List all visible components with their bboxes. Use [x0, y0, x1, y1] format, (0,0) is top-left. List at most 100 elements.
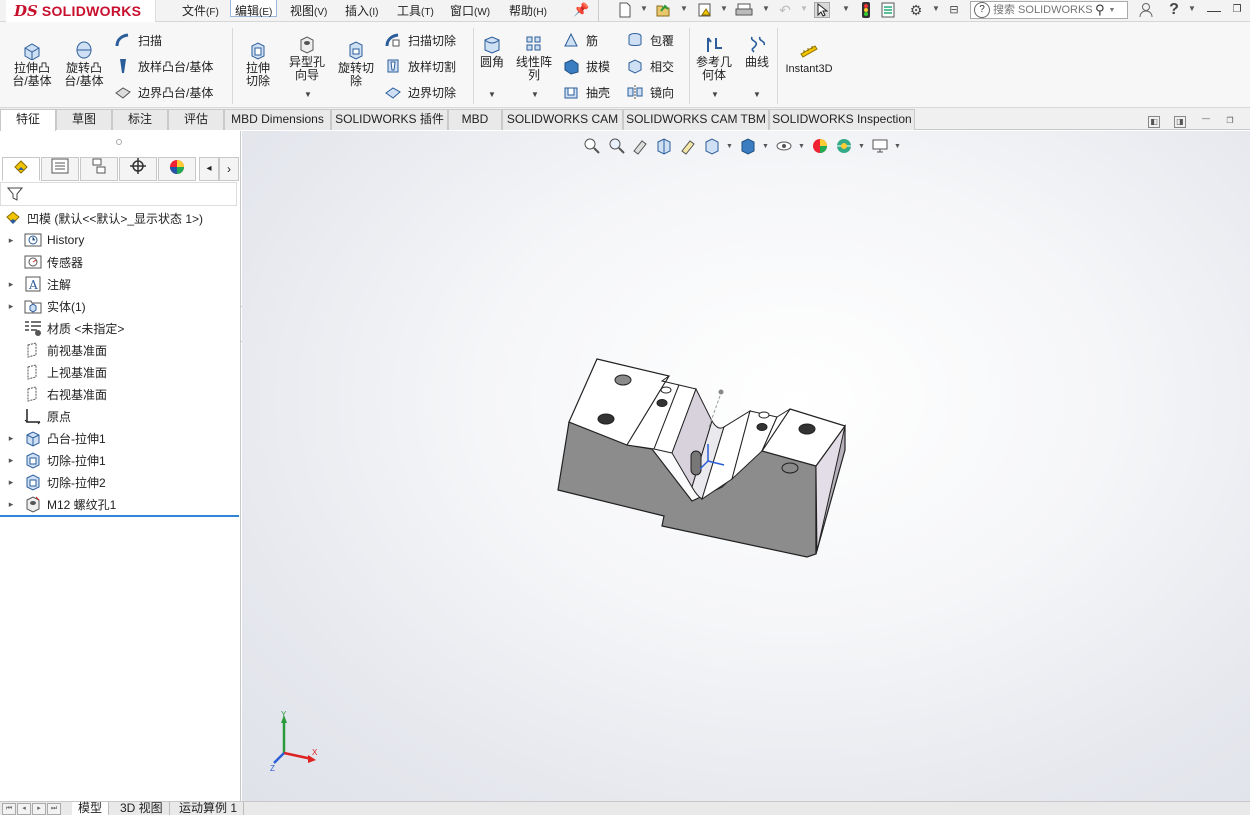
tree-item-solid-bodies[interactable]: ▸ 实体(1): [0, 295, 240, 317]
draft-button[interactable]: 拔模: [562, 56, 610, 76]
chevron-down-icon[interactable]: ▼: [711, 90, 719, 99]
help-icon[interactable]: ?: [1166, 2, 1182, 18]
chevron-down-icon[interactable]: ▼: [488, 90, 496, 99]
chevron-down-icon[interactable]: ▼: [753, 90, 761, 99]
tree-root[interactable]: 凹模 (默认<<默认>_显示状态 1>): [0, 207, 240, 229]
expand-arrow-icon[interactable]: ▸: [6, 477, 16, 488]
graphics-area[interactable]: ▼ ▼ ▼ ▼ ▼ Y X Z: [242, 131, 1250, 801]
menu-insert[interactable]: 插入(I): [341, 0, 382, 18]
tree-item-history[interactable]: ▸ History: [0, 229, 240, 251]
prev-tab-icon[interactable]: ◂: [17, 803, 31, 815]
chevron-down-icon[interactable]: ▼: [680, 5, 688, 13]
minimize-doc-icon[interactable]: —: [1200, 114, 1212, 126]
tab-features[interactable]: 特征: [0, 109, 56, 131]
undo-icon[interactable]: ↶: [777, 2, 793, 18]
file-properties-icon[interactable]: [880, 2, 896, 18]
tab-display-manager[interactable]: [158, 157, 196, 181]
extrude-cut-button[interactable]: 拉伸切除: [236, 40, 280, 88]
tree-filter-row[interactable]: [0, 182, 237, 206]
boundary-boss-button[interactable]: 边界凸台/基体: [114, 82, 213, 102]
expand-arrow-icon[interactable]: ▸: [6, 433, 16, 444]
extrude-boss-button[interactable]: 拉伸凸台/基体: [8, 40, 56, 88]
chevron-down-icon[interactable]: ▼: [762, 5, 770, 13]
menu-view[interactable]: 视图(V): [286, 0, 331, 18]
sweep-button[interactable]: 扫描: [114, 30, 162, 50]
scroll-left-icon[interactable]: ◂: [199, 157, 219, 181]
tab-solidworks-addins[interactable]: SOLIDWORKS 插件: [331, 109, 448, 130]
chevron-down-icon[interactable]: ▼: [842, 5, 850, 13]
tab-3d-views[interactable]: 3D 视图: [114, 802, 170, 815]
chevron-down-icon[interactable]: ▼: [932, 5, 940, 13]
last-tab-icon[interactable]: ⏭: [47, 803, 61, 815]
linear-pattern-button[interactable]: 线性阵列: [512, 34, 556, 82]
tab-evaluate[interactable]: 评估: [168, 109, 224, 130]
revolve-cut-button[interactable]: 旋转切除: [334, 40, 378, 88]
mirror-button[interactable]: 镜向: [626, 82, 674, 102]
part-model-3d[interactable]: [242, 131, 1250, 801]
search-box[interactable]: ? ⚲ ▼: [970, 1, 1128, 19]
tab-sketch[interactable]: 草图: [56, 109, 112, 130]
expand-arrow-icon[interactable]: ▸: [6, 301, 16, 312]
select-pointer-icon[interactable]: [814, 2, 830, 18]
fillet-button[interactable]: 圆角: [476, 34, 508, 69]
help-search-icon[interactable]: ?: [974, 2, 990, 18]
expand-arrow-icon[interactable]: ▸: [6, 235, 16, 246]
chevron-down-icon[interactable]: ▼: [1188, 5, 1196, 13]
chevron-down-icon[interactable]: ▼: [800, 5, 808, 13]
rollback-bar[interactable]: [0, 515, 239, 517]
rib-button[interactable]: 筋: [562, 30, 598, 50]
wrap-button[interactable]: 包覆: [626, 30, 674, 50]
chevron-down-icon[interactable]: ▼: [1109, 7, 1116, 14]
curves-button[interactable]: 曲线: [740, 34, 774, 69]
new-document-icon[interactable]: [617, 2, 633, 18]
intersect-button[interactable]: 相交: [626, 56, 674, 76]
loft-boss-button[interactable]: 放样凸台/基体: [114, 56, 213, 76]
tile-right-icon[interactable]: ◨: [1174, 116, 1186, 128]
tree-item-material[interactable]: 材质 <未指定>: [0, 317, 240, 339]
tree-item-top-plane[interactable]: 上视基准面: [0, 361, 240, 383]
tree-item-origin[interactable]: 原点: [0, 405, 240, 427]
tab-configuration-manager[interactable]: [80, 157, 118, 181]
save-icon[interactable]: [697, 2, 713, 18]
sweep-cut-button[interactable]: 扫描切除: [384, 30, 456, 50]
chevron-down-icon[interactable]: ▼: [304, 90, 312, 99]
boundary-cut-button[interactable]: 边界切除: [384, 82, 456, 102]
shell-button[interactable]: 抽壳: [562, 82, 610, 102]
tab-motion-study-1[interactable]: 运动算例 1: [173, 802, 245, 815]
expand-arrow-icon[interactable]: ▸: [6, 279, 16, 290]
tree-item-boss-extrude1[interactable]: ▸ 凸台-拉伸1: [0, 427, 240, 449]
expand-arrow-icon[interactable]: ▸: [6, 455, 16, 466]
filter-icon[interactable]: [7, 186, 23, 202]
tab-mbd-dimensions[interactable]: MBD Dimensions: [224, 109, 331, 130]
pin-icon[interactable]: 📌: [573, 2, 589, 17]
tab-model[interactable]: 模型: [72, 802, 110, 815]
expand-arrow-icon[interactable]: ▸: [6, 499, 16, 510]
chevron-down-icon[interactable]: ▼: [720, 5, 728, 13]
revolve-boss-button[interactable]: 旋转凸台/基体: [60, 40, 108, 88]
hole-wizard-button[interactable]: 异型孔向导: [285, 34, 329, 82]
loft-cut-button[interactable]: 放样切割: [384, 56, 456, 76]
next-tab-icon[interactable]: ▸: [32, 803, 46, 815]
gear-icon[interactable]: ⚙: [908, 2, 924, 18]
chevron-down-icon[interactable]: ▼: [640, 5, 648, 13]
tile-left-icon[interactable]: ◧: [1148, 116, 1160, 128]
tab-feature-tree[interactable]: [2, 157, 40, 181]
restore-doc-icon[interactable]: ❐: [1224, 116, 1236, 128]
tree-item-m12-tapped-hole[interactable]: ▸ M12 螺纹孔1: [0, 493, 240, 515]
open-document-icon[interactable]: [655, 2, 671, 18]
expand-toolbar-icon[interactable]: ⊟: [946, 2, 962, 18]
minimize-window-icon[interactable]: —: [1203, 0, 1225, 20]
tree-item-sensors[interactable]: 传感器: [0, 251, 240, 273]
traffic-light-icon[interactable]: [858, 2, 874, 18]
tree-item-front-plane[interactable]: 前视基准面: [0, 339, 240, 361]
menu-tools[interactable]: 工具(T): [393, 0, 438, 18]
tab-mbd[interactable]: MBD: [448, 109, 502, 130]
reference-geometry-button[interactable]: 参考几何体: [694, 34, 734, 82]
search-input[interactable]: [993, 4, 1093, 16]
tab-dimxpert-manager[interactable]: [119, 157, 157, 181]
first-tab-icon[interactable]: ⏮: [2, 803, 16, 815]
panel-grip[interactable]: [116, 139, 122, 145]
tab-solidworks-inspection[interactable]: SOLIDWORKS Inspection: [769, 109, 915, 130]
tab-solidworks-cam-tbm[interactable]: SOLIDWORKS CAM TBM: [623, 109, 769, 130]
restore-window-icon[interactable]: ❐: [1226, 0, 1248, 20]
